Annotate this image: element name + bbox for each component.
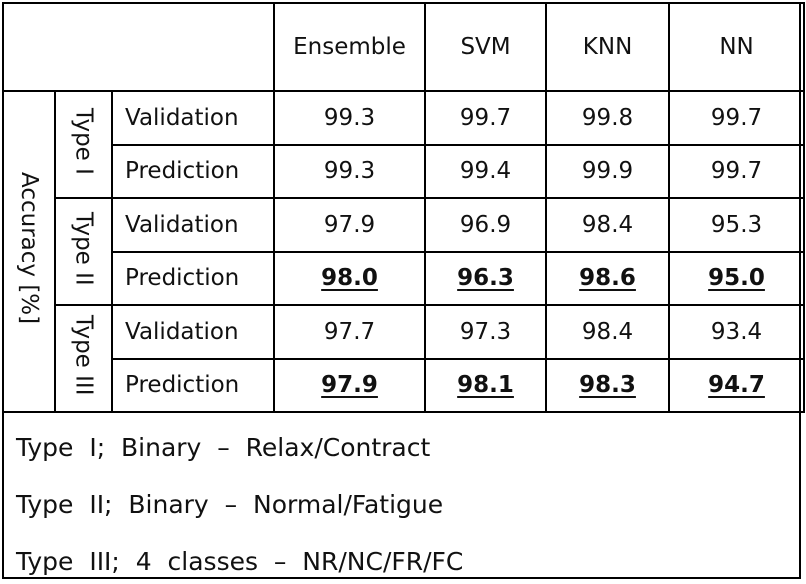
emphasized-value: 98.1 xyxy=(457,372,514,399)
table-row: Prediction 97.9 98.1 98.3 94.7 xyxy=(3,357,806,413)
type-group-label: Type III xyxy=(54,304,113,413)
type-label-text: Type III xyxy=(70,315,97,396)
value-cell: 97.3 xyxy=(424,304,548,360)
row-label: Validation xyxy=(110,197,276,253)
value-cell: 99.3 xyxy=(273,143,427,199)
value-cell: 99.8 xyxy=(545,90,671,146)
accuracy-table-figure: Ensemble SVM KNN NN Accuracy [%] Type I Va… xyxy=(1,2,806,581)
value-cell: 94.7 xyxy=(668,357,806,413)
column-header-svm: SVM xyxy=(424,2,548,92)
accuracy-table: Ensemble SVM KNN NN Accuracy [%] Type I Va… xyxy=(1,2,806,413)
value-cell: 99.3 xyxy=(273,90,427,146)
value-cell: 98.6 xyxy=(545,250,671,306)
row-label: Prediction xyxy=(110,250,276,306)
value-cell: 99.7 xyxy=(424,90,548,146)
table-row: Prediction 99.3 99.4 99.9 99.7 xyxy=(3,143,806,199)
emphasized-value: 98.0 xyxy=(321,265,378,292)
footnotes: Type I; Binary – Relax/Contract Type II;… xyxy=(4,423,799,581)
table-row: Type II Validation 97.9 96.9 98.4 95.3 xyxy=(3,197,806,306)
footnote-type-1: Type I; Binary – Relax/Contract xyxy=(16,433,431,462)
type-label-text: Type II xyxy=(70,211,97,286)
value-cell: 93.4 xyxy=(668,304,806,360)
value-cell: 98.1 xyxy=(424,357,548,413)
column-header-knn: KNN xyxy=(545,2,671,92)
value-cell: 99.7 xyxy=(668,143,806,199)
value-cell: 98.3 xyxy=(545,357,671,413)
row-label: Validation xyxy=(110,90,276,146)
accuracy-label-text: Accuracy [%] xyxy=(16,172,42,325)
emphasized-value: 95.0 xyxy=(708,265,765,292)
value-cell: 98.0 xyxy=(273,250,427,306)
emphasized-value: 96.3 xyxy=(457,265,514,292)
emphasized-value: 97.9 xyxy=(321,372,378,399)
value-cell: 99.4 xyxy=(424,143,548,199)
column-header-nn: NN xyxy=(668,2,806,92)
type-label-text: Type I xyxy=(70,108,97,175)
table-row: Accuracy [%] Type I Validation 99.3 99.7 99.8… xyxy=(2,90,806,413)
footnote-type-3: Type III; 4 classes – NR/NC/FR/FC xyxy=(16,547,464,576)
header-row: Ensemble SVM KNN NN xyxy=(1,2,806,92)
value-cell: 95.3 xyxy=(668,197,806,253)
type-group-label: Type I xyxy=(54,90,113,199)
emphasized-value: 98.6 xyxy=(579,265,636,292)
value-cell: 98.4 xyxy=(545,197,671,253)
type-group-label: Type II xyxy=(54,197,113,306)
value-cell: 99.7 xyxy=(668,90,806,146)
row-label: Prediction xyxy=(110,357,276,413)
table-row: Prediction 98.0 96.3 98.6 95.0 xyxy=(3,250,806,306)
value-cell: 97.9 xyxy=(273,197,427,253)
value-cell: 97.7 xyxy=(273,304,427,360)
row-label: Prediction xyxy=(110,143,276,199)
value-cell: 98.4 xyxy=(545,304,671,360)
column-header-ensemble: Ensemble xyxy=(273,2,427,92)
emphasized-value: 98.3 xyxy=(579,372,636,399)
value-cell: 96.9 xyxy=(424,197,548,253)
value-cell: 96.3 xyxy=(424,250,548,306)
table-row: Type III Validation 97.7 97.3 98.4 93.4 xyxy=(3,304,806,413)
footnote-type-2: Type II; Binary – Normal/Fatigue xyxy=(16,490,444,519)
corner-cell xyxy=(1,2,276,92)
row-label: Validation xyxy=(110,304,276,360)
emphasized-value: 94.7 xyxy=(708,372,765,399)
value-cell: 99.9 xyxy=(545,143,671,199)
value-cell: 95.0 xyxy=(668,250,806,306)
accuracy-row-group-label: Accuracy [%] xyxy=(2,90,56,413)
value-cell: 97.9 xyxy=(273,357,427,413)
